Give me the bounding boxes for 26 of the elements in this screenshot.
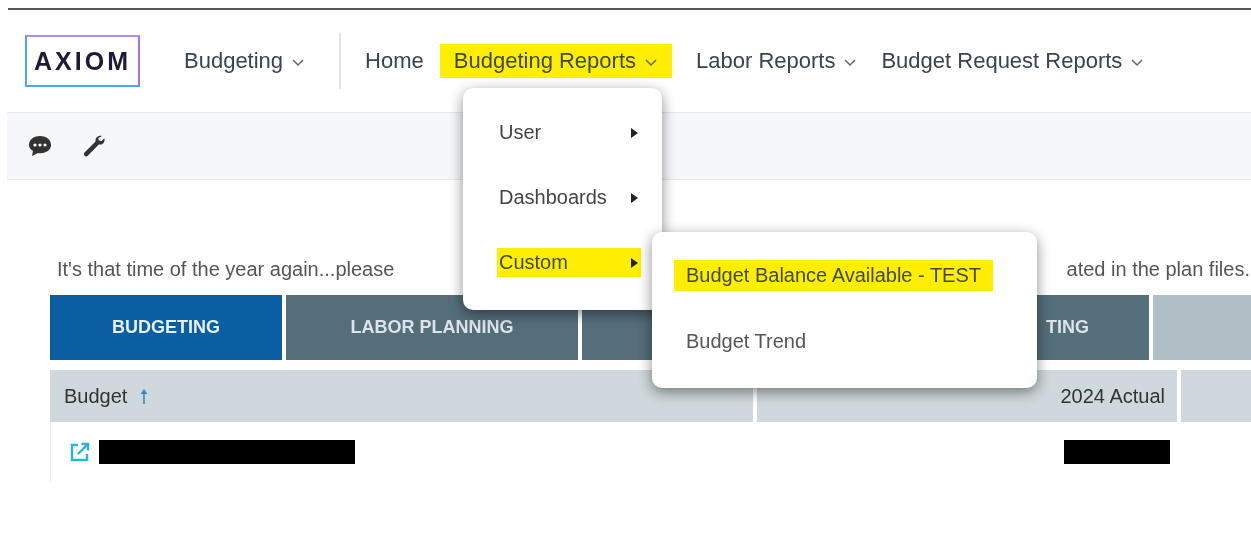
- nav-menu-item[interactable]: Budget Request Reports: [881, 44, 1145, 78]
- nav-menu-item[interactable]: Budgeting: [184, 44, 306, 78]
- menu-item[interactable]: Dashboards: [497, 183, 641, 212]
- chat-bubble-icon[interactable]: [27, 134, 53, 158]
- chevron-down-icon: [291, 57, 306, 67]
- message-text: ated in the plan files.: [1066, 258, 1251, 281]
- nav-menu-item[interactable]: Labor Reports: [696, 44, 858, 78]
- nav-menu-item[interactable]: Home: [365, 44, 424, 78]
- menu-item[interactable]: Budget Balance Available - TEST: [674, 259, 993, 291]
- external-link-icon[interactable]: [69, 441, 91, 463]
- submenu-arrow-icon: [629, 191, 639, 204]
- menu-item[interactable]: User: [497, 118, 641, 147]
- column-header[interactable]: Budget: [50, 370, 753, 422]
- chevron-down-icon: [644, 57, 658, 67]
- chevron-down-icon: [843, 57, 858, 67]
- menu-item[interactable]: Budget Trend: [674, 325, 819, 357]
- tab[interactable]: LABOR PLANNING: [286, 295, 578, 360]
- submenu-arrow-icon: [629, 256, 639, 269]
- message-text: It's that time of the year again...please: [57, 258, 395, 281]
- nav-menu-item[interactable]: Budgeting Reports: [439, 44, 672, 78]
- menu-item[interactable]: Custom: [497, 248, 641, 277]
- submenu-arrow-icon: [629, 126, 639, 139]
- axiom-logo[interactable]: AXIOM: [25, 35, 140, 87]
- wrench-icon[interactable]: [81, 133, 107, 159]
- tab[interactable]: BUDGETING: [50, 295, 282, 360]
- chevron-down-icon: [1130, 57, 1145, 67]
